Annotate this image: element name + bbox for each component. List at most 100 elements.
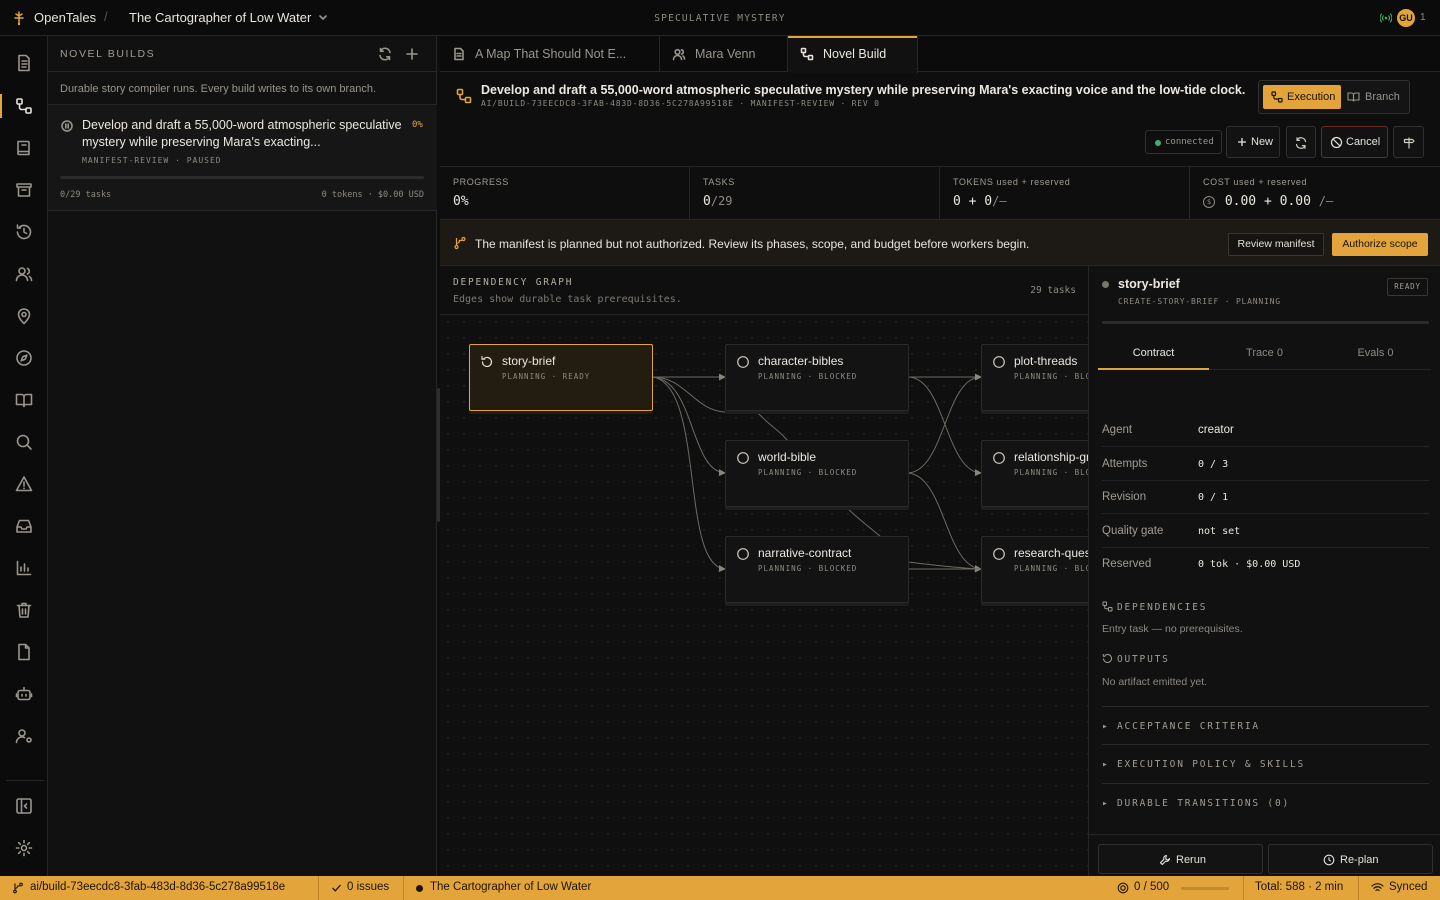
replan-button[interactable]: Re-plan — [1268, 844, 1433, 874]
cancel-build-button[interactable]: Cancel — [1321, 126, 1388, 158]
signpost-button[interactable] — [1393, 126, 1424, 158]
dependencies-icon — [1102, 601, 1113, 612]
user-avatar[interactable]: GU — [1397, 9, 1415, 27]
retry-icon — [481, 355, 493, 368]
refresh-icon — [1295, 137, 1307, 149]
metric-progress: PROGRESS 0% — [440, 167, 690, 220]
graph-node-plot-threads[interactable]: plot-threads PLANNING · BLOCKED — [981, 344, 1088, 411]
graph-node-character-bibles[interactable]: character-bibles PLANNING · BLOCKED — [725, 344, 909, 411]
new-label: New — [1251, 136, 1274, 148]
metric-label: TOKENS used + reserved — [953, 177, 1071, 187]
build-list-item[interactable]: Develop and draft a 55,000-word atmosphe… — [48, 105, 437, 211]
graph-node-story-brief[interactable]: story-brief PLANNING · READY — [469, 344, 653, 411]
review-manifest-button[interactable]: Review manifest — [1228, 233, 1324, 256]
inspector-actions: Rerun Re-plan — [1089, 834, 1440, 876]
tab-trace[interactable]: Trace 0 — [1209, 338, 1320, 370]
divider — [48, 71, 437, 72]
acceptance-criteria-toggle[interactable]: ▸ ACCEPTANCE CRITERIA — [1102, 706, 1429, 744]
rerun-button[interactable]: Rerun — [1098, 844, 1263, 874]
open-book-icon[interactable] — [14, 390, 34, 410]
compass-icon[interactable] — [14, 348, 34, 368]
graph-node-research-questions[interactable]: research-questions PLANNING · BLOCKED — [981, 536, 1088, 603]
execution-policy-toggle[interactable]: ▸ EXECUTION POLICY & SKILLS — [1102, 744, 1429, 782]
separator — [1243, 876, 1244, 900]
tab-contract[interactable]: Contract — [1098, 338, 1209, 370]
graph-node-relationship-graph[interactable]: relationship-graph PLANNING · BLOCKED — [981, 440, 1088, 507]
panel-description: Durable story compiler runs. Every build… — [60, 83, 377, 95]
file-icon[interactable] — [14, 642, 34, 662]
edge — [907, 373, 982, 474]
authorize-scope-button[interactable]: Authorize scope — [1332, 233, 1428, 256]
dependency-graph[interactable]: DEPENDENCY GRAPH Edges show durable task… — [440, 266, 1088, 876]
tab-evals[interactable]: Evals 0 — [1320, 338, 1431, 370]
main-area: A Map That Should Not E... Mara Venn Nov… — [440, 36, 1440, 876]
refresh-icon[interactable] — [377, 46, 393, 62]
field-key: Attempts — [1102, 458, 1148, 470]
history-icon[interactable] — [14, 222, 34, 242]
user-settings-icon[interactable] — [14, 726, 34, 746]
graph-node-world-bible[interactable]: world-bible PLANNING · BLOCKED — [725, 440, 909, 507]
edge — [907, 472, 982, 572]
task-inspector: story-brief CREATE-STORY-BRIEF · PLANNIN… — [1088, 266, 1440, 876]
outputs-heading: OUTPUTS — [1102, 653, 1170, 665]
archive-icon[interactable] — [14, 180, 34, 200]
location-icon[interactable] — [14, 306, 34, 326]
new-build-button[interactable]: New — [1226, 126, 1280, 158]
issues-count[interactable]: 0 issues — [347, 881, 389, 893]
collapse-sidebar-icon[interactable] — [14, 796, 34, 816]
durable-transitions-toggle[interactable]: ▸ DURABLE TRANSITIONS (0) — [1102, 783, 1429, 821]
tab-novel-build[interactable]: Novel Build — [788, 36, 918, 73]
build-percent: 0% — [412, 120, 423, 130]
graph-title: DEPENDENCY GRAPH — [453, 277, 574, 288]
execution-mode-button[interactable]: Execution — [1263, 85, 1341, 109]
settings-icon[interactable] — [14, 838, 34, 858]
field-agent: Agent creator — [1102, 414, 1429, 447]
edge — [652, 376, 726, 573]
metric-label: COST used + reserved — [1203, 177, 1308, 187]
search-icon[interactable] — [14, 432, 34, 452]
tab-mara-venn[interactable]: Mara Venn — [660, 36, 788, 72]
top-bar: OpenTales / The Cartographer of Low Wate… — [0, 0, 1440, 36]
active-user-count: 1 — [1420, 12, 1426, 23]
wrench-icon — [1159, 854, 1171, 866]
chart-icon[interactable] — [14, 558, 34, 578]
tab-label: Mara Venn — [695, 47, 756, 61]
people-icon[interactable] — [14, 264, 34, 284]
document-icon[interactable] — [14, 53, 34, 73]
sync-status[interactable]: Synced — [1389, 881, 1427, 893]
rerun-label: Rerun — [1176, 854, 1206, 866]
node-name: research-questions — [1014, 546, 1088, 560]
task-count: 29 tasks — [1030, 285, 1076, 296]
book-icon[interactable] — [14, 138, 34, 158]
mode-toggle: Execution Branch — [1258, 80, 1410, 114]
build-metrics: PROGRESS 0% TASKS 0/29 TOKENS used + res… — [440, 167, 1440, 220]
budget-meter — [1181, 887, 1229, 890]
branch-name[interactable]: ai/build-73eecdc8-3fab-483d-8d36-5c278a9… — [30, 881, 285, 893]
panel-title: NOVEL BUILDS — [60, 48, 156, 60]
tab-label: A Map That Should Not E... — [475, 47, 627, 61]
metric-value: 0 + 0/— — [953, 194, 1007, 209]
trash-icon[interactable] — [14, 600, 34, 620]
warning-icon[interactable] — [14, 474, 34, 494]
node-name: narrative-contract — [758, 546, 852, 560]
bot-icon[interactable] — [14, 684, 34, 704]
graph-node-narrative-contract[interactable]: narrative-contract PLANNING · BLOCKED — [725, 536, 909, 603]
add-build-icon[interactable] — [404, 46, 420, 62]
edge — [755, 410, 789, 442]
editor-tabs: A Map That Should Not E... Mara Venn Nov… — [440, 36, 1440, 73]
refresh-button[interactable] — [1286, 126, 1316, 158]
inbox-icon[interactable] — [14, 516, 34, 536]
builds-icon[interactable] — [14, 96, 34, 116]
tab-map-document[interactable]: A Map That Should Not E... — [440, 36, 660, 72]
node-name: world-bible — [758, 450, 817, 464]
field-key: Quality gate — [1102, 525, 1164, 537]
graph-subtitle: Edges show durable task prerequisites. — [453, 294, 682, 305]
pending-circle-icon — [737, 452, 749, 464]
branch-mode-button[interactable]: Branch — [1345, 85, 1407, 109]
project-name[interactable]: The Cartographer of Low Water — [430, 881, 591, 893]
node-status: PLANNING · BLOCKED — [1014, 372, 1088, 381]
live-signal-icon — [1380, 13, 1392, 23]
task-progress-bar — [1102, 321, 1429, 324]
field-key: Revision — [1102, 491, 1147, 503]
paused-status-icon — [61, 120, 73, 132]
